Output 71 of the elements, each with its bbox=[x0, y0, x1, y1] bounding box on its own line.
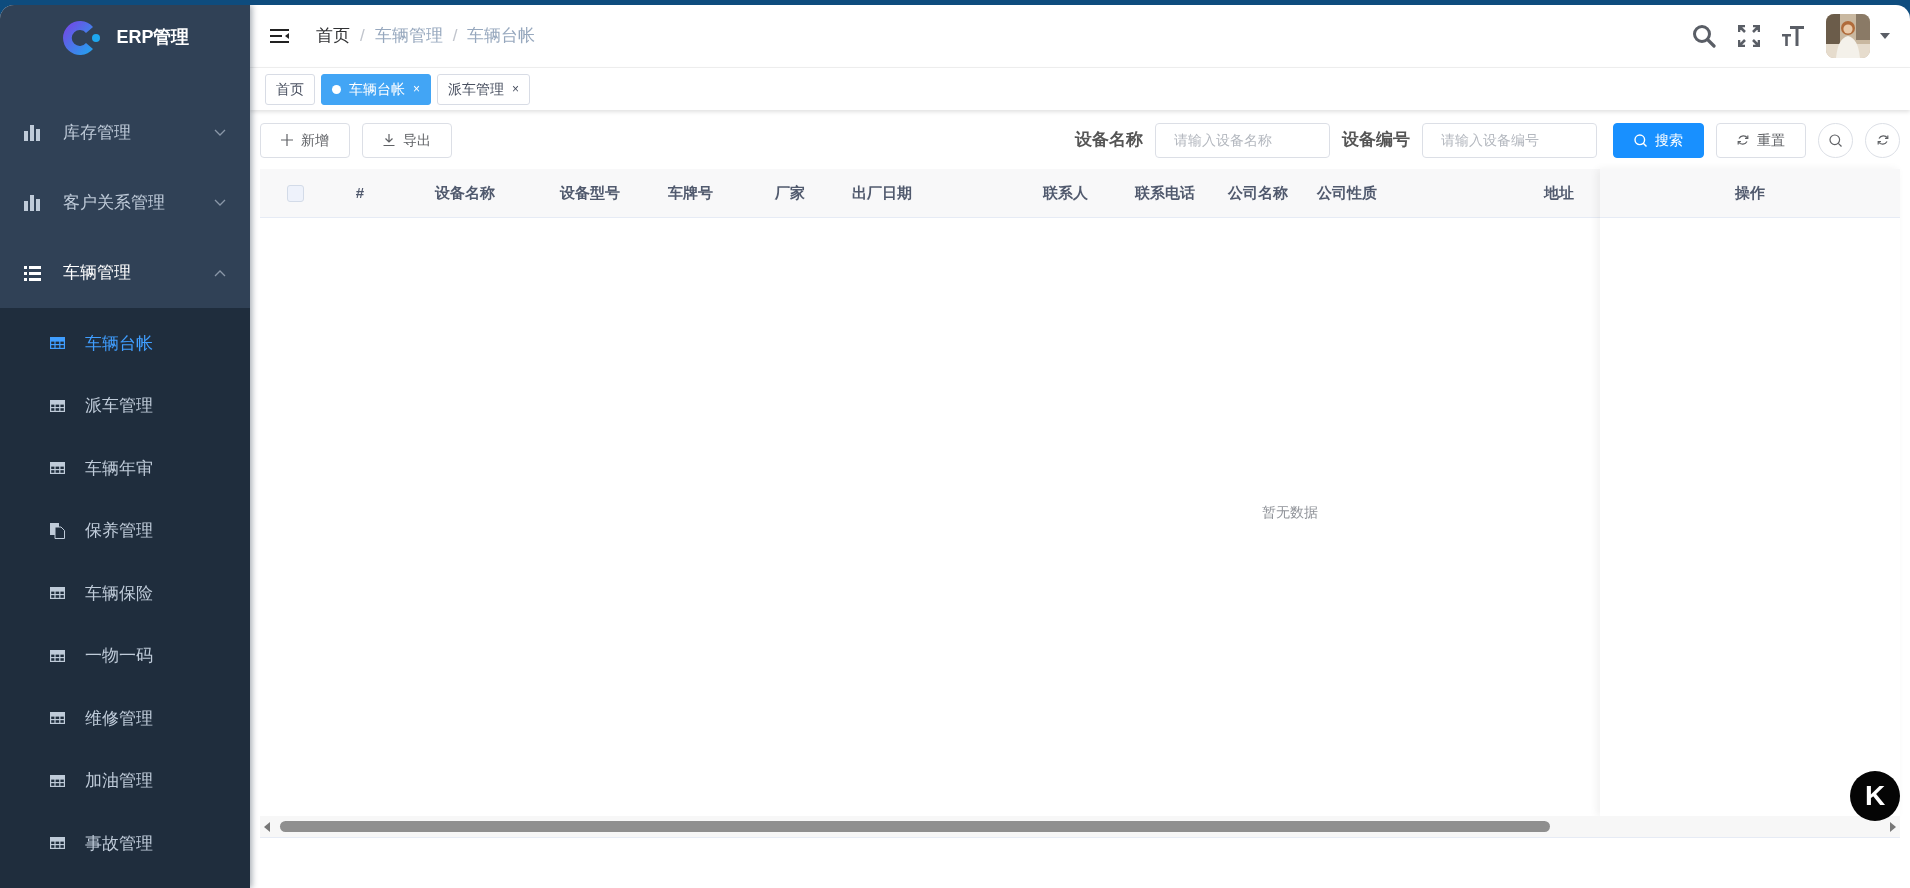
tab[interactable]: 派车管理 × bbox=[437, 73, 531, 105]
reset-button[interactable]: 重置 bbox=[1716, 122, 1806, 158]
menu-item[interactable]: 客户关系管理 bbox=[0, 168, 250, 238]
submenu-item[interactable]: 加油管理 bbox=[0, 749, 250, 812]
menu-item[interactable]: 库存管理 bbox=[0, 98, 250, 168]
horizontal-scrollbar[interactable] bbox=[260, 816, 1900, 838]
scrollbar-thumb[interactable] bbox=[280, 821, 1550, 832]
column-header: 联系人 bbox=[1042, 182, 1088, 203]
search-icon bbox=[1829, 133, 1842, 147]
input-field[interactable]: 请输入设备编号 bbox=[1422, 122, 1597, 158]
font-size-icon bbox=[1782, 25, 1804, 47]
table-icon bbox=[50, 837, 65, 850]
empty-text: 暂无数据 bbox=[1262, 502, 1318, 522]
submenu-item[interactable]: 车辆年审 bbox=[0, 437, 250, 500]
table-icon bbox=[50, 587, 65, 600]
column-header: 厂家 bbox=[775, 182, 805, 203]
close-icon[interactable]: × bbox=[512, 80, 520, 98]
column-header: 操作 bbox=[1735, 182, 1765, 203]
checkbox[interactable] bbox=[286, 184, 304, 202]
download-icon bbox=[383, 134, 395, 146]
table-icon bbox=[50, 337, 65, 350]
export-button[interactable]: 导出 bbox=[362, 122, 452, 158]
column-header: 设备型号 bbox=[560, 182, 620, 203]
table-icon bbox=[50, 712, 65, 725]
submenu-item[interactable]: 保养管理 bbox=[0, 499, 250, 562]
column-header: 出厂日期 bbox=[852, 182, 912, 203]
logo-title: ERP管理 bbox=[116, 26, 190, 49]
menu-icon bbox=[270, 28, 290, 44]
input-field[interactable]: 请输入设备名称 bbox=[1155, 122, 1330, 158]
table-icon bbox=[50, 649, 65, 662]
column-header: # bbox=[355, 182, 365, 203]
search-icon bbox=[1634, 133, 1647, 147]
submenu-item[interactable]: 事故管理 bbox=[0, 812, 250, 875]
menu-item[interactable]: 车辆管理 bbox=[0, 238, 250, 308]
field-label: 设备编号 bbox=[1342, 129, 1410, 152]
table-icon bbox=[50, 462, 65, 475]
refresh-button[interactable] bbox=[1865, 122, 1900, 158]
submenu-item[interactable]: 维修管理 bbox=[0, 687, 250, 750]
field-label: 设备名称 bbox=[1075, 129, 1143, 152]
column-header: 公司名称 bbox=[1227, 182, 1288, 203]
refresh-icon bbox=[1876, 134, 1889, 146]
table-icon bbox=[50, 774, 65, 787]
bar-chart-icon bbox=[24, 194, 41, 212]
column-header: 车牌号 bbox=[667, 182, 713, 203]
arrow-right-icon bbox=[1890, 821, 1896, 832]
column-header: 设备名称 bbox=[435, 182, 495, 203]
column-header: 地址 bbox=[1544, 182, 1574, 203]
plus-icon bbox=[281, 134, 293, 146]
list-icon bbox=[24, 264, 41, 282]
refresh-icon bbox=[1737, 134, 1749, 146]
search-icon bbox=[1692, 24, 1716, 48]
search-toggle-button[interactable] bbox=[1818, 122, 1853, 158]
caret-down-icon bbox=[1880, 33, 1890, 39]
floating-button[interactable]: K bbox=[1850, 771, 1900, 821]
table-icon bbox=[50, 399, 65, 412]
breadcrumb-separator: / bbox=[452, 25, 458, 48]
tab[interactable]: 首页 bbox=[265, 73, 315, 105]
active-dot-icon bbox=[332, 84, 341, 94]
add-button[interactable]: 新增 bbox=[260, 122, 350, 158]
submenu-item[interactable]: 车辆台帐 bbox=[0, 312, 250, 375]
breadcrumb-link[interactable]: 首页 bbox=[316, 23, 350, 49]
arrow-left-icon bbox=[264, 821, 270, 832]
documents-icon bbox=[50, 522, 65, 539]
fullscreen-icon bbox=[1738, 25, 1760, 47]
bar-chart-icon bbox=[24, 124, 41, 142]
submenu-item[interactable]: 派车管理 bbox=[0, 374, 250, 437]
column-header: 公司性质 bbox=[1317, 182, 1377, 203]
column-header: 联系电话 bbox=[1135, 182, 1195, 203]
breadcrumb-separator: / bbox=[360, 25, 365, 48]
submenu-item[interactable]: 一物一码 bbox=[0, 624, 250, 687]
submenu-item[interactable]: 车辆保险 bbox=[0, 562, 250, 625]
